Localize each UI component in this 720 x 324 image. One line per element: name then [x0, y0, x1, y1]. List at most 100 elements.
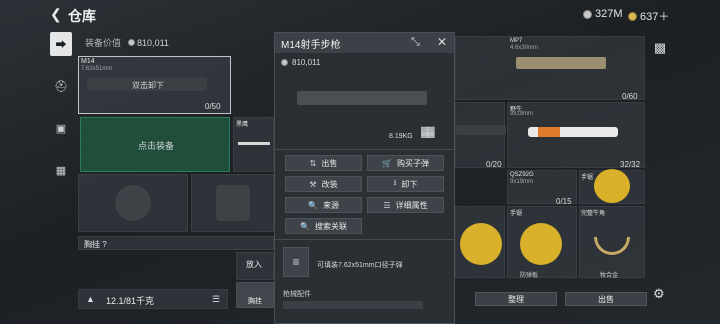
yeniu-accent [538, 127, 560, 137]
weight-icon: ▲ [86, 294, 95, 304]
sort-button[interactable]: 整理 [475, 292, 557, 306]
slot-ammo-count: 0/50 [205, 102, 221, 111]
silver-coin-icon [583, 9, 592, 19]
armor-tab-icon[interactable]: ▣ [50, 116, 72, 140]
price-coin-icon [281, 59, 288, 66]
equipment-value: 装备价值 810,011 [85, 36, 169, 49]
silver-currency: 327M [583, 8, 623, 20]
click-equip-label: 点击装备 [138, 141, 175, 151]
armor-slot[interactable] [191, 174, 274, 232]
popup-divider [275, 149, 454, 150]
sell-icon: ⇅ [309, 158, 317, 168]
qsz92g-caliber: 9x19mm [510, 179, 534, 185]
weapon-tab-icon[interactable]: ⮕ [50, 32, 72, 56]
chest-rig-button-label: 胸挂 [248, 298, 262, 305]
details-button[interactable]: ☰ 详细属性 [367, 197, 444, 213]
details-label: 详细属性 [395, 200, 428, 210]
popup-price: 810,011 [281, 58, 320, 67]
unequip-icon: ⭳ [393, 178, 397, 187]
attachments-label: 枪械配件 [283, 291, 311, 298]
sell-all-button[interactable]: 出售 [565, 292, 647, 306]
helmet-slot[interactable] [78, 174, 188, 232]
saw-2-image [460, 223, 502, 265]
knife-image [238, 142, 270, 145]
search-related-icon: 🔍 [300, 221, 310, 231]
list-icon[interactable]: ☰ [212, 294, 220, 305]
buy-ammo-label: 购买子弹 [396, 158, 429, 168]
search-related-button[interactable]: 🔍 搜索关联 [285, 218, 362, 234]
chest-rig-label: 胸挂 ? [84, 240, 107, 249]
rifle-image [456, 125, 506, 135]
put-in-label: 放入 [246, 260, 262, 269]
double-click-unload: 双击卸下 [132, 81, 164, 90]
buy-ammo-button[interactable]: 🛒 购买子弹 [367, 155, 444, 171]
mp7-count: 0/60 [622, 92, 638, 101]
unequip-button[interactable]: ⭳ 卸下 [367, 176, 444, 192]
left-nav: ⮕ ⛑ ▣ ▦ [50, 32, 72, 212]
armor-silhouette-icon [216, 185, 250, 221]
gold-currency[interactable]: 637＋ [628, 8, 669, 24]
popup-header: M14射手步枪 [275, 33, 454, 53]
attachment-strip[interactable] [283, 301, 423, 309]
popup-title: M14射手步枪 [281, 39, 341, 51]
slot-weapon-caliber: 7.62x51mm [81, 66, 113, 72]
storage-cell-saw-2[interactable] [455, 206, 505, 278]
back-arrow-icon[interactable]: ❮ [50, 6, 62, 23]
saw-image [594, 169, 630, 203]
ammo-icon: ≡ [283, 247, 309, 277]
popup-divider-2 [275, 239, 454, 240]
search-icon: 🔍 [308, 200, 318, 210]
mp7-caliber: 4.6x30mm [510, 45, 539, 51]
popup-weight: 8.19KG [389, 133, 413, 140]
backpack-tab-icon[interactable]: ▦ [50, 158, 72, 182]
search-related-label: 搜索关联 [314, 221, 347, 231]
sell-button-label: 出售 [321, 158, 338, 168]
value-coin-icon [127, 39, 135, 46]
page-title: 仓库 [68, 8, 96, 24]
saw-3-sublabel: 防弹板 [520, 273, 539, 279]
saw-3-image [520, 223, 562, 265]
silver-amount: 327M [595, 8, 623, 20]
storage-cell-mp7[interactable] [455, 36, 645, 100]
gold-coin-icon [628, 11, 637, 21]
close-icon[interactable]: ✕ [437, 35, 447, 49]
mp7-name: MP7 [510, 38, 523, 44]
modify-label: 改装 [321, 179, 338, 189]
yeniu-count: 32/32 [620, 160, 641, 169]
horn-sublabel: 牧合金 [600, 273, 619, 279]
unequip-label: 卸下 [401, 179, 418, 189]
weapon-detail-popup: M14射手步枪 ⤡ ✕ 810,011 8.19KG ▓▓ ⇅ 出售 🛒 购买子弹 … [274, 32, 455, 324]
equipment-value-label: 装备价值 [85, 38, 122, 48]
saw-3-label: 手锯 [510, 211, 523, 217]
sell-label: 出售 [598, 294, 614, 304]
source-button[interactable]: 🔍 来源 [285, 197, 362, 213]
grid-size-icon: ▓▓ [421, 127, 435, 138]
sort-label: 整理 [508, 294, 524, 304]
storage-box-icon[interactable]: ▩ [648, 36, 672, 60]
helmet-tab-icon[interactable]: ⛑ [50, 74, 72, 98]
yeniu-caliber: 9x19mm [510, 111, 534, 117]
sell-button[interactable]: ⇅ 出售 [285, 155, 362, 171]
chest-rig-row[interactable] [78, 236, 274, 250]
gold-amount: 637＋ [640, 11, 670, 23]
list-details-icon: ☰ [383, 200, 391, 210]
horn-image [594, 237, 630, 255]
qsz92g-name: QSZ92G [510, 172, 534, 178]
saw-1-label: 手锯 [581, 175, 594, 181]
melee-name: 黑鹰 [236, 122, 249, 128]
settings-gear-icon[interactable]: ⚙ [653, 286, 665, 302]
wrench-icon: ⚒ [309, 179, 317, 189]
popup-price-value: 810,011 [292, 58, 321, 67]
modify-button[interactable]: ⚒ 改装 [285, 176, 362, 192]
cart-icon: 🛒 [382, 158, 392, 168]
qsz92g-count: 0/15 [556, 197, 572, 206]
equipment-value-number: 810,011 [137, 38, 169, 48]
collapse-icon[interactable]: ⤡ [411, 36, 420, 49]
storage-cell-rifle[interactable] [455, 102, 506, 168]
helmet-silhouette-icon [115, 185, 151, 221]
slot-weapon-name: M14 [81, 58, 95, 65]
right-nav: ▩ [648, 36, 672, 316]
weight-value: 12.1/81千克 [106, 296, 155, 306]
source-label: 来源 [322, 200, 339, 210]
rifle-count: 0/20 [486, 160, 502, 169]
